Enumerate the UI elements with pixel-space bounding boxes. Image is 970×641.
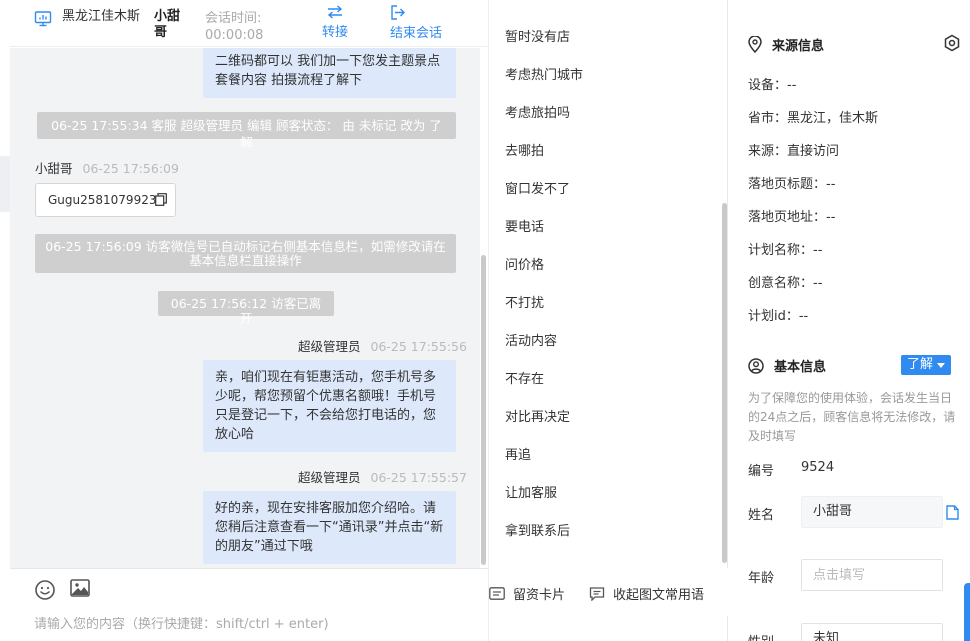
gender-label: 性别 [748, 631, 774, 641]
quick-reply-scrollbar[interactable] [722, 203, 727, 563]
location-pin-icon [748, 36, 762, 53]
end-session-label: 结束会话 [390, 26, 443, 41]
message-list[interactable]: 二维码都可以 我们加一下您发主题景点套餐内容 拍摄流程了解下 06-25 17:… [10, 48, 480, 568]
collapse-phrases-button[interactable]: 收起图文常用语 [589, 584, 704, 603]
quick-reply-item[interactable]: 暂时没有店 [505, 26, 570, 45]
eye-icon[interactable] [943, 34, 961, 52]
document-icon[interactable] [946, 505, 959, 520]
quick-reply-panel: 暂时没有店 考虑热门城市 考虑旅拍吗 去哪拍 窗口发不了 要电话 问价格 不打扰… [488, 0, 728, 641]
message-input[interactable] [34, 617, 474, 632]
quick-reply-item[interactable]: 让加客服 [505, 482, 557, 501]
caret-down-icon [937, 363, 945, 368]
info-creative-name: 创意名称：-- [748, 276, 823, 291]
message-icon [589, 586, 605, 601]
quick-reply-item[interactable]: 活动内容 [505, 330, 557, 349]
agent-sender-name-1: 超级管理员 [298, 339, 361, 354]
info-source: 来源：直接访问 [748, 144, 840, 159]
floating-action-edge[interactable] [964, 583, 970, 641]
wechat-id-chip[interactable]: Gugu2581079923 [35, 183, 176, 217]
quick-reply-item[interactable]: 问价格 [505, 254, 544, 273]
copy-icon[interactable] [155, 193, 167, 206]
emoji-icon[interactable] [34, 579, 56, 601]
system-message-left: 06-25 17:56:12 访客已离开 [158, 291, 334, 326]
name-label: 姓名 [748, 508, 775, 523]
info-device: 设备：-- [748, 78, 797, 93]
quick-reply-item[interactable]: 去哪拍 [505, 140, 544, 159]
visitor-region: 黑龙江佳木斯 [62, 9, 141, 24]
customer-status-dropdown[interactable]: 了解 [901, 355, 951, 375]
visitor-info-panel: 来源信息 设备：-- 省市：黑龙江，佳木斯 来源：直接访问 落地页标题：-- 落… [729, 0, 970, 641]
visitor-sender-name: 小甜哥 [35, 161, 73, 176]
monitor-icon [34, 11, 52, 27]
wechat-id-text: Gugu2581079923 [48, 193, 157, 207]
composer [10, 568, 488, 641]
quick-reply-item[interactable]: 考虑热门城市 [505, 64, 583, 83]
visitor-location: 黑龙江佳木斯 [34, 7, 146, 28]
quick-reply-footer: 留资卡片 收起图文常用语 [489, 568, 728, 616]
agent-meta-1: 超级管理员 06-25 17:55:56 [298, 336, 467, 355]
session-time-label: 会话时间: [205, 11, 262, 26]
quick-reply-item[interactable]: 再追 [505, 444, 531, 463]
agent-sender-name-2: 超级管理员 [298, 470, 361, 485]
agent-meta-2: 超级管理员 06-25 17:55:57 [298, 467, 467, 486]
agent-bubble-1: 亲，咱们现在有钜惠活动，您手机号多少呢，帮您预留个优惠名额哦！手机号只是登记一下… [203, 360, 456, 452]
visitor-send-time: 06-25 17:56:09 [82, 161, 179, 176]
visitor-meta: 小甜哥 06-25 17:56:09 [35, 158, 179, 177]
lead-card-label: 留资卡片 [513, 588, 566, 603]
info-landing-url: 落地页地址：-- [748, 210, 836, 225]
system-message-status: 06-25 17:55:34 客服 超级管理员 编辑 顾客状态： 由 未标记 改… [37, 112, 456, 150]
source-info-title: 来源信息 [748, 35, 824, 54]
agent-send-time-2: 06-25 17:55:57 [370, 470, 467, 485]
session-time-value: 00:00:08 [205, 28, 264, 43]
customer-status-value: 了解 [907, 357, 934, 372]
quick-reply-item[interactable]: 要电话 [505, 216, 544, 235]
visitor-name: 小甜哥 [154, 9, 181, 40]
chat-header: 黑龙江佳木斯 小甜哥 会话时间: 00:00:08 转接 结束会话 [10, 0, 488, 47]
agent-bubble-2: 好的亲，现在安排客服加您介绍哈。请您稍后注意查看一下“通讯录”并点击“新的朋友”… [203, 491, 456, 564]
image-icon[interactable] [70, 579, 90, 597]
left-strip [0, 0, 10, 641]
card-icon [489, 587, 505, 600]
edit-notice: 为了保障您的使用体验，会话发生当日的24点之后，顾客信息将无法修改，请及时填写 [748, 391, 956, 443]
basic-info-title-text: 基本信息 [774, 360, 827, 375]
end-session-button[interactable]: 结束会话 [390, 5, 442, 41]
quick-reply-item[interactable]: 不存在 [505, 368, 544, 387]
system-message-wechat: 06-25 17:56:09 访客微信号已自动标记右侧基本信息栏，如需修改请在基… [35, 234, 456, 273]
number-value: 9524 [801, 460, 835, 475]
age-label: 年龄 [748, 571, 775, 586]
number-label: 编号 [748, 464, 775, 479]
left-strip-mark [0, 156, 10, 212]
quick-reply-item[interactable]: 窗口发不了 [505, 178, 570, 197]
info-plan-name: 计划名称：-- [748, 243, 823, 258]
user-circle-icon [748, 357, 764, 374]
agent-bubble-top: 二维码都可以 我们加一下您发主题景点套餐内容 拍摄流程了解下 [203, 48, 456, 98]
quick-reply-item[interactable]: 对比再决定 [505, 406, 570, 425]
basic-info-title: 基本信息 [748, 356, 826, 375]
transfer-button[interactable]: 转接 [322, 5, 348, 40]
chat-panel: 黑龙江佳木斯 小甜哥 会话时间: 00:00:08 转接 结束会话 二维码都可以… [0, 0, 488, 641]
transfer-icon [327, 5, 343, 19]
info-plan-id: 计划id：-- [748, 309, 809, 324]
info-province-city: 省市：黑龙江，佳木斯 [748, 111, 879, 126]
age-input[interactable] [801, 559, 943, 591]
transfer-label: 转接 [322, 25, 349, 40]
info-landing-title: 落地页标题：-- [748, 177, 836, 192]
quick-reply-item[interactable]: 不打扰 [505, 292, 544, 311]
logout-icon [391, 5, 405, 20]
collapse-phrases-label: 收起图文常用语 [613, 588, 705, 603]
source-info-title-text: 来源信息 [772, 39, 825, 54]
lead-card-button[interactable]: 留资卡片 [489, 584, 565, 603]
gender-select[interactable]: 未知 [801, 623, 943, 641]
message-scrollbar[interactable] [481, 255, 486, 565]
quick-reply-item[interactable]: 考虑旅拍吗 [505, 102, 570, 121]
name-field[interactable]: 小甜哥 [801, 496, 943, 528]
agent-send-time-1: 06-25 17:55:56 [370, 339, 467, 354]
quick-reply-item[interactable]: 拿到联系后 [505, 520, 570, 539]
